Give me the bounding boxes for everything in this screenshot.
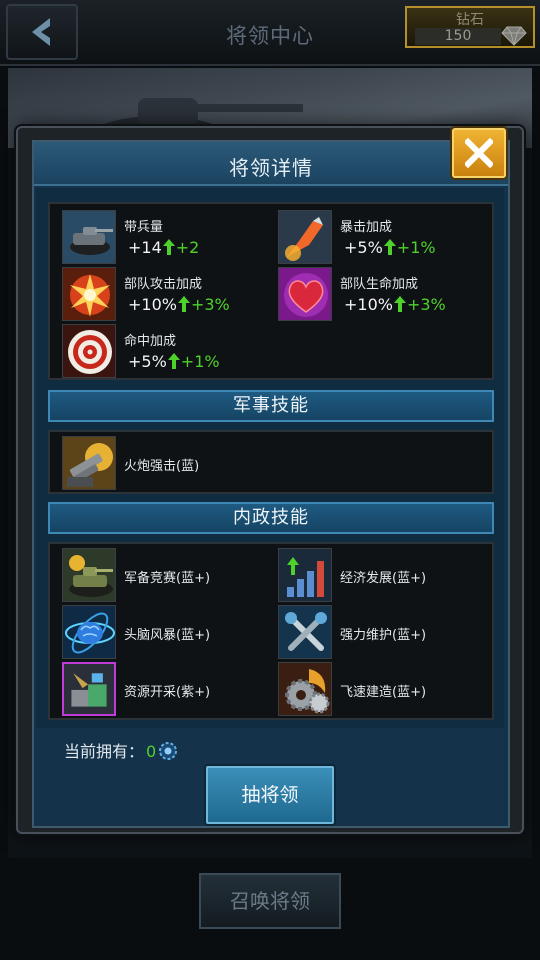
stats-panel: 带兵量 +14+2 暴击加成 +5%+1% 部队攻击加成 +10%+3% — [48, 202, 494, 380]
skill-item[interactable]: 经济发展(蓝+) — [278, 548, 478, 602]
stat-health-bonus: 部队生命加成 +10% +3% — [278, 267, 478, 321]
brain-icon — [62, 605, 116, 659]
skill-name: 头脑风暴(蓝+) — [124, 628, 211, 643]
stat-value: +14 +2 — [128, 238, 200, 257]
stat-label: 命中加成 — [124, 334, 177, 349]
dialog-header: 将领详情 — [34, 142, 508, 186]
gear-token-icon — [159, 742, 178, 760]
skill-name: 强力维护(蓝+) — [340, 628, 427, 643]
diamond-icon — [501, 26, 527, 46]
stat-label: 部队攻击加成 — [124, 277, 203, 292]
skill-name: 火炮强击(蓝) — [124, 459, 200, 474]
skill-name: 资源开采(紫+) — [124, 685, 211, 700]
cannon-icon — [62, 436, 116, 490]
wrench-icon — [278, 605, 332, 659]
skill-name: 飞速建造(蓝+) — [340, 685, 427, 700]
missile-icon — [278, 210, 332, 264]
stat-label: 带兵量 — [124, 220, 164, 235]
economy-chart-icon — [278, 548, 332, 602]
skill-name: 经济发展(蓝+) — [340, 571, 427, 586]
diamond-counter: 钻石 150 — [405, 6, 535, 48]
up-arrow-icon — [383, 239, 396, 255]
up-arrow-icon — [162, 239, 175, 255]
stat-value: +5% +1% — [344, 238, 436, 257]
summon-general-button[interactable]: 召唤将领 — [199, 873, 341, 929]
close-button[interactable] — [452, 128, 506, 178]
stat-value: +10% +3% — [128, 295, 230, 314]
military-skills-panel: 火炮强击(蓝) — [48, 430, 494, 494]
skill-item[interactable]: 强力维护(蓝+) — [278, 605, 478, 659]
skill-item[interactable]: 军备竞赛(蓝+) — [62, 548, 262, 602]
explosion-icon — [62, 267, 116, 321]
draw-general-button[interactable]: 抽将领 — [206, 766, 334, 824]
stat-troop-capacity: 带兵量 +14 +2 — [62, 210, 262, 264]
skill-item[interactable]: 飞速建造(蓝+) — [278, 662, 478, 716]
heart-icon — [278, 267, 332, 321]
stat-label: 暴击加成 — [340, 220, 393, 235]
close-icon — [465, 138, 493, 168]
skill-item[interactable]: 头脑风暴(蓝+) — [62, 605, 262, 659]
stat-accuracy-bonus: 命中加成 +5% +1% — [62, 324, 262, 378]
up-arrow-icon — [167, 353, 180, 369]
up-arrow-icon — [393, 296, 406, 312]
owned-count: 0 — [146, 742, 157, 761]
stat-label: 部队生命加成 — [340, 277, 419, 292]
civil-skills-header: 内政技能 — [48, 502, 494, 534]
gear-build-icon — [278, 662, 332, 716]
top-bar: 将领中心 钻石 150 — [0, 0, 540, 66]
dialog-title: 将领详情 — [229, 156, 313, 180]
skill-item[interactable]: 火炮强击(蓝) — [62, 436, 262, 490]
stat-value: +10% +3% — [344, 295, 446, 314]
stat-attack-bonus: 部队攻击加成 +10% +3% — [62, 267, 262, 321]
skill-item[interactable]: 资源开采(紫+) — [62, 662, 262, 716]
skill-name: 军备竞赛(蓝+) — [124, 571, 211, 586]
tank-icon — [62, 210, 116, 264]
arms-race-icon — [62, 548, 116, 602]
diamond-value: 150 — [415, 28, 501, 45]
owned-count-row: 当前拥有： 0 — [64, 738, 178, 762]
up-arrow-icon — [177, 296, 190, 312]
military-skills-header: 军事技能 — [48, 390, 494, 422]
target-icon — [62, 324, 116, 378]
stat-crit-bonus: 暴击加成 +5% +1% — [278, 210, 478, 264]
stat-value: +5% +1% — [128, 352, 220, 371]
civil-skills-panel: 军备竞赛(蓝+) 经济发展(蓝+) 头脑风暴(蓝+) 强力维护(蓝+) 资源开采… — [48, 542, 494, 720]
mining-icon — [62, 662, 116, 716]
owned-label: 当前拥有： — [64, 742, 145, 761]
